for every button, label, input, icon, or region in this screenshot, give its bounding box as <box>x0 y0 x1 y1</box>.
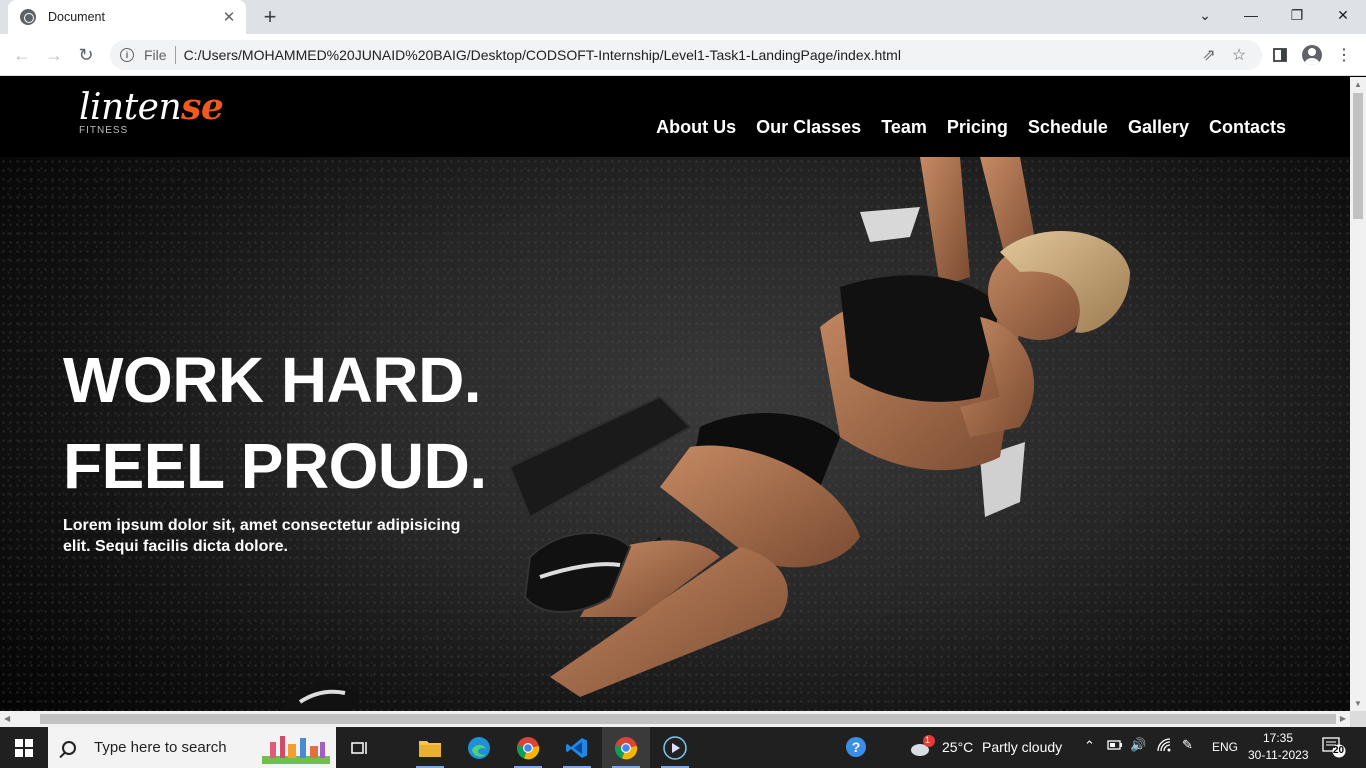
scrollbar-corner <box>1350 711 1366 727</box>
vertical-scrollbar[interactable]: ▲ ▼ <box>1350 77 1366 711</box>
site-header: lintense FITNESS About Us Our Classes Te… <box>0 77 1350 157</box>
vscode-icon[interactable] <box>553 727 601 768</box>
pen-icon[interactable]: ✎ <box>1182 737 1193 753</box>
nav-team[interactable]: Team <box>881 117 927 138</box>
svg-text:?: ? <box>852 739 861 755</box>
weather-icon[interactable]: 1 <box>910 735 936 762</box>
hero-section: WORK HARD. FEEL PROUD. Lorem ipsum dolor… <box>63 337 523 557</box>
notification-count: 20 <box>1333 745 1345 756</box>
notification-center-icon[interactable]: 20 <box>1322 736 1346 761</box>
taskbar-search[interactable]: Type here to search <box>48 727 336 768</box>
close-tab-icon[interactable]: ✕ <box>218 6 240 28</box>
logo-wordmark: lintense <box>79 86 224 128</box>
nav-contacts[interactable]: Contacts <box>1209 117 1286 138</box>
browser-toolbar: ← → ↻ i File C:/Users/MOHAMMED%20JUNAID%… <box>0 34 1366 76</box>
wifi-icon[interactable] <box>1156 737 1172 756</box>
language-indicator[interactable]: ENG <box>1212 740 1238 754</box>
scroll-down-icon[interactable]: ▼ <box>1354 699 1362 708</box>
tab-title: Document <box>48 10 105 24</box>
minimize-button[interactable]: — <box>1228 0 1274 30</box>
weather-temperature[interactable]: 25°C <box>942 739 973 755</box>
side-panel-icon[interactable] <box>1270 45 1290 65</box>
horizontal-scrollbar[interactable]: ◀ ▶ <box>0 711 1350 727</box>
profile-icon[interactable] <box>1302 45 1322 65</box>
forward-arrow-icon[interactable]: → <box>42 43 66 67</box>
task-view-icon[interactable] <box>336 727 384 768</box>
weather-badge: 1 <box>925 735 931 745</box>
share-icon[interactable]: ⇗ <box>1200 46 1218 64</box>
windows-logo-icon <box>15 738 33 757</box>
search-icon <box>62 740 76 755</box>
close-window-button[interactable]: ✕ <box>1320 0 1366 30</box>
back-arrow-icon[interactable]: ← <box>10 43 34 67</box>
search-placeholder: Type here to search <box>94 739 227 756</box>
vertical-scroll-thumb[interactable] <box>1353 93 1363 219</box>
nav-gallery[interactable]: Gallery <box>1128 117 1189 138</box>
chrome-window-icon[interactable] <box>602 727 650 768</box>
url-text[interactable]: C:/Users/MOHAMMED%20JUNAID%20BAIG/Deskto… <box>184 47 901 63</box>
taskbar: Type here to search ? 1 25°C Partly clou… <box>0 727 1366 768</box>
page-viewport: lintense FITNESS About Us Our Classes Te… <box>0 77 1350 711</box>
bookmark-star-icon[interactable]: ☆ <box>1230 46 1248 64</box>
hero-headline-line1: WORK HARD. <box>63 344 482 416</box>
tab-strip: Document ✕ + ⌄ — ❐ ✕ <box>0 0 1366 34</box>
menu-kebab-icon[interactable]: ⋮ <box>1334 45 1354 65</box>
nav-our-classes[interactable]: Our Classes <box>756 117 861 138</box>
restore-button[interactable]: ❐ <box>1274 0 1320 30</box>
search-highlight-icon <box>262 736 330 764</box>
help-icon[interactable]: ? <box>845 736 867 761</box>
horizontal-scroll-thumb[interactable] <box>40 714 1336 724</box>
nav-about-us[interactable]: About Us <box>656 117 736 138</box>
info-icon[interactable]: i <box>120 48 134 62</box>
browser-tab[interactable]: Document ✕ <box>8 0 246 34</box>
show-hidden-icons-chevron-icon[interactable]: ⌃ <box>1084 738 1095 754</box>
site-logo[interactable]: lintense FITNESS <box>79 86 224 136</box>
clock-date[interactable]: 30-11-2023 <box>1248 748 1309 762</box>
hero-tagline: Lorem ipsum dolor sit, amet consectetur … <box>63 517 461 555</box>
volume-icon[interactable]: 🔊 <box>1130 737 1146 753</box>
scroll-up-icon[interactable]: ▲ <box>1354 80 1362 89</box>
file-explorer-icon[interactable] <box>406 727 454 768</box>
new-tab-button[interactable]: + <box>258 4 282 29</box>
nav-pricing[interactable]: Pricing <box>947 117 1008 138</box>
battery-icon[interactable] <box>1107 739 1123 754</box>
hero-headline-line2: FEEL PROUD. <box>63 430 487 502</box>
clock-time[interactable]: 17:35 <box>1263 731 1293 745</box>
main-nav: About Us Our Classes Team Pricing Schedu… <box>656 117 1286 138</box>
globe-icon <box>20 9 36 25</box>
address-bar[interactable]: i File C:/Users/MOHAMMED%20JUNAID%20BAIG… <box>110 40 1262 70</box>
scroll-right-icon[interactable]: ▶ <box>1340 714 1346 723</box>
scroll-left-icon[interactable]: ◀ <box>4 714 10 723</box>
divider <box>174 46 176 64</box>
edge-icon[interactable] <box>455 727 503 768</box>
chrome-icon[interactable] <box>504 727 552 768</box>
tab-search-button[interactable]: ⌄ <box>1182 0 1228 30</box>
media-player-icon[interactable] <box>651 727 699 768</box>
weather-description[interactable]: Partly cloudy <box>982 739 1062 755</box>
nav-schedule[interactable]: Schedule <box>1028 117 1108 138</box>
reload-icon[interactable]: ↻ <box>74 43 98 67</box>
start-button[interactable] <box>0 727 48 768</box>
file-scheme-label: File <box>144 47 167 63</box>
